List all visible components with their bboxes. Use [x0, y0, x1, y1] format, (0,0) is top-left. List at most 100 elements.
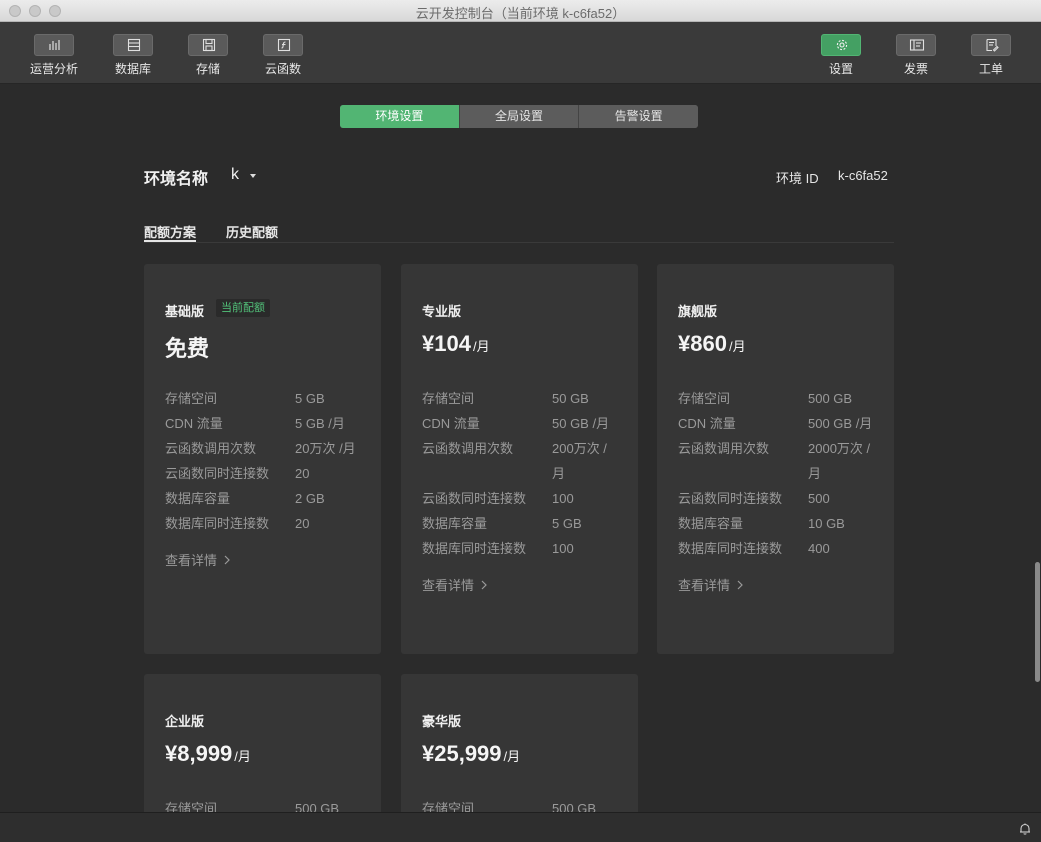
toolbar-label: 工单 — [978, 62, 1003, 76]
spec-row: CDN 流量 500 GB /月 — [678, 411, 878, 436]
spec-key: CDN 流量 — [678, 416, 736, 431]
spec-key: 存储空间 — [422, 801, 475, 812]
spec-value: 50 GB /月 — [552, 416, 610, 431]
plan-price: ¥8,999/月 — [165, 741, 251, 767]
chevron-right-icon — [224, 555, 230, 564]
view-details-label: 查看详情 — [678, 578, 731, 593]
status-bar — [0, 812, 1041, 842]
spec-row: 云函数调用次数 200万次 /月 — [422, 436, 622, 486]
spec-key: 存储空间 — [678, 391, 731, 406]
toolbar-settings[interactable]: 设置 — [801, 34, 881, 77]
spec-key: 数据库同时连接数 — [678, 541, 783, 556]
toolbar-analytics[interactable]: 运营分析 — [14, 34, 94, 77]
view-details-label: 查看详情 — [165, 553, 218, 568]
view-details-link[interactable]: 查看详情 — [422, 575, 622, 594]
spec-value: 5 GB — [552, 516, 582, 531]
invoice-icon[interactable] — [896, 34, 936, 56]
spec-key: 存储空间 — [422, 391, 475, 406]
price-unit: /月 — [728, 339, 746, 354]
toolbar-ticket[interactable]: 工单 — [951, 34, 1031, 77]
plan-price: 免费 — [165, 331, 209, 363]
spec-value: 200万次 /月 — [552, 441, 607, 481]
plan-specs: 存储空间 500 GB — [422, 796, 622, 812]
plan-price: ¥104/月 — [422, 331, 490, 357]
scrollbar-thumb[interactable] — [1035, 562, 1040, 682]
price-value: ¥860 — [678, 331, 727, 356]
spec-row: 云函数同时连接数 500 — [678, 486, 878, 511]
toolbar-invoice[interactable]: 发票 — [876, 34, 956, 77]
spec-key: 数据库同时连接数 — [422, 541, 527, 556]
vertical-scrollbar[interactable] — [1034, 84, 1041, 812]
subtabs-divider — [144, 242, 894, 243]
plan-specs: 存储空间 5 GB CDN 流量 5 GB /月 云函数调用次数 20万次 /月 云函… — [165, 386, 365, 569]
price-unit: /月 — [234, 749, 251, 764]
spec-key: 数据库同时连接数 — [165, 516, 270, 531]
function-icon[interactable] — [263, 34, 303, 56]
tab-env-settings[interactable]: 环境设置 — [340, 105, 460, 128]
spec-row: 存储空间 500 GB — [678, 386, 878, 411]
storage-icon[interactable] — [188, 34, 228, 56]
spec-key: 云函数调用次数 — [678, 441, 770, 456]
spec-row: 存储空间 500 GB — [422, 796, 622, 812]
spec-key: 云函数同时连接数 — [165, 466, 270, 481]
price-unit: /月 — [472, 339, 490, 354]
env-name-label: 环境名称 — [144, 171, 209, 188]
spec-value: 50 GB — [552, 391, 589, 406]
chevron-right-icon — [481, 580, 487, 589]
plan-name: 旗舰版 — [678, 304, 718, 319]
plan-card-basic: 基础版 当前配额 免费 存储空间 5 GB CDN 流量 5 GB /月 云函数调用… — [144, 264, 381, 654]
spec-key: CDN 流量 — [165, 416, 223, 431]
ticket-icon[interactable] — [971, 34, 1011, 56]
spec-row: 存储空间 5 GB — [165, 386, 365, 411]
price-value: ¥104 — [422, 331, 471, 356]
toolbar-label: 云函数 — [264, 62, 301, 76]
spec-value: 20万次 /月 — [295, 441, 356, 456]
spec-row: 数据库容量 10 GB — [678, 511, 878, 536]
caret-down-icon[interactable] — [250, 174, 256, 178]
spec-key: 云函数同时连接数 — [678, 491, 783, 506]
toolbar: 运营分析 数据库 存储 云函数 设置 发票 工单 — [0, 22, 1041, 84]
view-details-link[interactable]: 查看详情 — [165, 550, 365, 569]
spec-key: 数据库容量 — [422, 516, 488, 531]
price-value: ¥8,999 — [165, 741, 233, 766]
spec-key: 云函数调用次数 — [422, 441, 514, 456]
spec-value: 2000万次 /月 — [808, 441, 871, 481]
spec-row: 数据库容量 5 GB — [422, 511, 622, 536]
view-details-link[interactable]: 查看详情 — [678, 575, 878, 594]
plan-price: ¥25,999/月 — [422, 741, 520, 767]
toolbar-label: 发票 — [903, 62, 928, 76]
tab-alert-settings[interactable]: 告警设置 — [579, 105, 698, 128]
main-content: 环境设置 全局设置 告警设置 环境名称 k 环境 ID k-c6fa52 配额方… — [0, 84, 1034, 812]
plan-card-pro: 专业版 ¥104/月 存储空间 50 GB CDN 流量 50 GB /月 云函数调… — [401, 264, 638, 654]
plan-specs: 存储空间 500 GB — [165, 796, 365, 812]
spec-row: 数据库同时连接数 400 — [678, 536, 878, 561]
database-icon[interactable] — [113, 34, 153, 56]
spec-value: 5 GB — [295, 391, 325, 406]
spec-row: CDN 流量 50 GB /月 — [422, 411, 622, 436]
spec-value: 500 GB — [552, 801, 597, 812]
tab-global-settings[interactable]: 全局设置 — [459, 105, 580, 128]
plan-name: 企业版 — [165, 714, 205, 729]
plan-price: ¥860/月 — [678, 331, 746, 357]
bar-chart-icon[interactable] — [34, 34, 74, 56]
chevron-right-icon — [737, 580, 743, 589]
env-name-select[interactable]: k — [231, 166, 239, 184]
toolbar-label: 设置 — [828, 62, 853, 76]
spec-key: 存储空间 — [165, 391, 218, 406]
env-id-value: k-c6fa52 — [838, 168, 888, 183]
gear-icon[interactable] — [821, 34, 861, 56]
plan-card-enterprise: 企业版 ¥8,999/月 存储空间 500 GB — [144, 674, 381, 812]
subtab-quota-history[interactable]: 历史配额 — [226, 222, 278, 241]
spec-value: 20 — [295, 466, 310, 481]
spec-row: 云函数调用次数 20万次 /月 — [165, 436, 365, 461]
toolbar-database[interactable]: 数据库 — [93, 34, 173, 77]
subtab-quota-plan[interactable]: 配额方案 — [144, 222, 196, 241]
toolbar-cloud-functions[interactable]: 云函数 — [243, 34, 323, 77]
spec-row: CDN 流量 5 GB /月 — [165, 411, 365, 436]
bell-icon[interactable] — [1018, 822, 1032, 836]
toolbar-storage[interactable]: 存储 — [168, 34, 248, 77]
spec-value: 2 GB — [295, 491, 325, 506]
plan-specs: 存储空间 500 GB CDN 流量 500 GB /月 云函数调用次数 2000万次… — [678, 386, 878, 594]
spec-row: 云函数同时连接数 100 — [422, 486, 622, 511]
plan-name: 基础版 — [165, 304, 205, 319]
